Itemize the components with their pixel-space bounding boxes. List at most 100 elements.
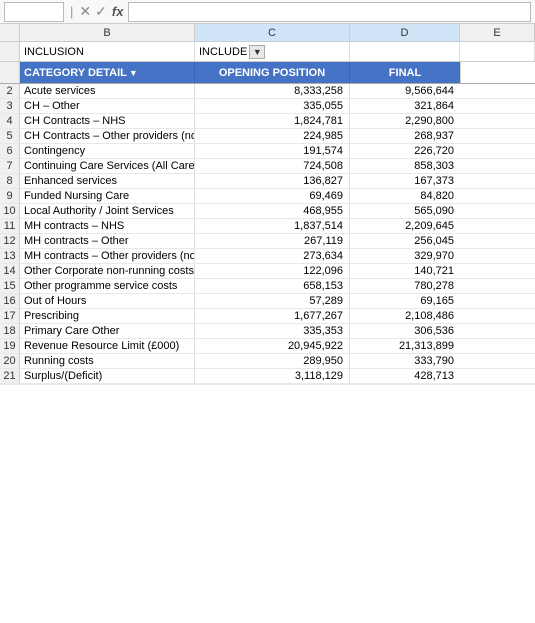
- cell-final-3: 268,937: [350, 129, 460, 143]
- row-num-2: 2: [0, 84, 20, 98]
- include-dropdown[interactable]: ▼: [249, 45, 265, 59]
- cell-opening-19: 3,118,129: [195, 369, 350, 383]
- cell-final-16: 306,536: [350, 324, 460, 338]
- cell-final-18: 333,790: [350, 354, 460, 368]
- formula-input[interactable]: [128, 2, 531, 22]
- cell-empty-2: [460, 114, 535, 128]
- cell-empty-1: [460, 99, 535, 113]
- cell-empty-0: [460, 84, 535, 98]
- cell-opening-6: 136,827: [195, 174, 350, 188]
- row-num-15: 15: [0, 279, 20, 293]
- row-num-3: 3: [0, 99, 20, 113]
- th-category-detail: CATEGORY DETAIL ▼: [20, 62, 195, 83]
- cell-opening-16: 335,353: [195, 324, 350, 338]
- cell-category-15: Prescribing: [20, 309, 195, 323]
- table-row: 13 MH contracts – Other providers (non– …: [0, 249, 535, 264]
- table-row: 20 Running costs 289,950 333,790: [0, 354, 535, 369]
- cell-category-2: CH Contracts – NHS: [20, 114, 195, 128]
- row-num-filter: [0, 42, 20, 61]
- table-row: 5 CH Contracts – Other providers (non– 2…: [0, 129, 535, 144]
- cell-category-19: Surplus/(Deficit): [20, 369, 195, 383]
- cell-final-4: 226,720: [350, 144, 460, 158]
- cell-final-17: 21,313,899: [350, 339, 460, 353]
- cell-opening-12: 122,096: [195, 264, 350, 278]
- table-row: 2 Acute services 8,333,258 9,566,644: [0, 84, 535, 99]
- cell-category-11: MH contracts – Other providers (non–: [20, 249, 195, 263]
- data-table: 2 Acute services 8,333,258 9,566,644 3 C…: [0, 84, 535, 384]
- column-headers: B C D E: [0, 24, 535, 42]
- row-num-17: 17: [0, 309, 20, 323]
- row-num-21: 21: [0, 369, 20, 383]
- row-num-12: 12: [0, 234, 20, 248]
- cell-empty-16: [460, 324, 535, 338]
- table-row: 12 MH contracts – Other 267,119 256,045: [0, 234, 535, 249]
- cell-empty-14: [460, 294, 535, 308]
- cell-opening-5: 724,508: [195, 159, 350, 173]
- row-num-16: 16: [0, 294, 20, 308]
- col-header-c[interactable]: C: [195, 24, 350, 41]
- table-row: 4 CH Contracts – NHS 1,824,781 2,290,800: [0, 114, 535, 129]
- cell-category-8: Local Authority / Joint Services: [20, 204, 195, 218]
- confirm-icon[interactable]: ✓: [95, 3, 107, 20]
- cell-empty-11: [460, 249, 535, 263]
- cell-final-10: 256,045: [350, 234, 460, 248]
- col-header-e[interactable]: E: [460, 24, 535, 41]
- table-row: 16 Out of Hours 57,289 69,165: [0, 294, 535, 309]
- cell-final-19: 428,713: [350, 369, 460, 383]
- cell-final-6: 167,373: [350, 174, 460, 188]
- col-header-b[interactable]: B: [20, 24, 195, 41]
- cell-final-5: 858,303: [350, 159, 460, 173]
- filter-include: INCLUDE ▼: [195, 42, 350, 61]
- cell-opening-13: 658,153: [195, 279, 350, 293]
- cell-final-1: 321,864: [350, 99, 460, 113]
- th-final: FINAL: [350, 62, 460, 83]
- cell-category-7: Funded Nursing Care: [20, 189, 195, 203]
- table-row: 10 Local Authority / Joint Services 468,…: [0, 204, 535, 219]
- cell-opening-14: 57,289: [195, 294, 350, 308]
- cancel-icon[interactable]: ✕: [79, 3, 91, 20]
- cell-category-9: MH contracts – NHS: [20, 219, 195, 233]
- table-row: 18 Primary Care Other 335,353 306,536: [0, 324, 535, 339]
- name-box[interactable]: [4, 2, 64, 22]
- cell-final-13: 780,278: [350, 279, 460, 293]
- cell-opening-17: 20,945,922: [195, 339, 350, 353]
- separator: |: [70, 4, 73, 19]
- cell-empty-19: [460, 369, 535, 383]
- row-num-9: 9: [0, 189, 20, 203]
- filter-row: INCLUSION INCLUDE ▼: [0, 42, 535, 62]
- cell-empty-17: [460, 339, 535, 353]
- row-num-11: 11: [0, 219, 20, 233]
- cell-empty-15: [460, 309, 535, 323]
- cell-category-14: Out of Hours: [20, 294, 195, 308]
- cell-opening-3: 224,985: [195, 129, 350, 143]
- cell-category-13: Other programme service costs: [20, 279, 195, 293]
- table-row: 9 Funded Nursing Care 69,469 84,820: [0, 189, 535, 204]
- cell-category-3: CH Contracts – Other providers (non–: [20, 129, 195, 143]
- cell-final-7: 84,820: [350, 189, 460, 203]
- cell-final-0: 9,566,644: [350, 84, 460, 98]
- row-num-8: 8: [0, 174, 20, 188]
- th-opening-position: OPENING POSITION: [195, 62, 350, 83]
- fx-icon[interactable]: fx: [112, 4, 124, 19]
- filter-col-e: [460, 42, 535, 61]
- cell-opening-10: 267,119: [195, 234, 350, 248]
- table-row: 11 MH contracts – NHS 1,837,514 2,209,64…: [0, 219, 535, 234]
- category-filter-button[interactable]: ▼: [127, 68, 140, 78]
- cell-empty-6: [460, 174, 535, 188]
- formula-bar: | ✕ ✓ fx: [0, 0, 535, 24]
- cell-opening-7: 69,469: [195, 189, 350, 203]
- cell-opening-11: 273,634: [195, 249, 350, 263]
- cell-category-0: Acute services: [20, 84, 195, 98]
- cell-empty-5: [460, 159, 535, 173]
- col-header-d[interactable]: D: [350, 24, 460, 41]
- filter-col-d: [350, 42, 460, 61]
- table-row: 14 Other Corporate non-running costs 122…: [0, 264, 535, 279]
- cell-final-9: 2,209,645: [350, 219, 460, 233]
- row-num-7: 7: [0, 159, 20, 173]
- cell-category-6: Enhanced services: [20, 174, 195, 188]
- cell-opening-0: 8,333,258: [195, 84, 350, 98]
- cell-final-15: 2,108,486: [350, 309, 460, 323]
- table-row: 15 Other programme service costs 658,153…: [0, 279, 535, 294]
- cell-empty-12: [460, 264, 535, 278]
- cell-final-8: 565,090: [350, 204, 460, 218]
